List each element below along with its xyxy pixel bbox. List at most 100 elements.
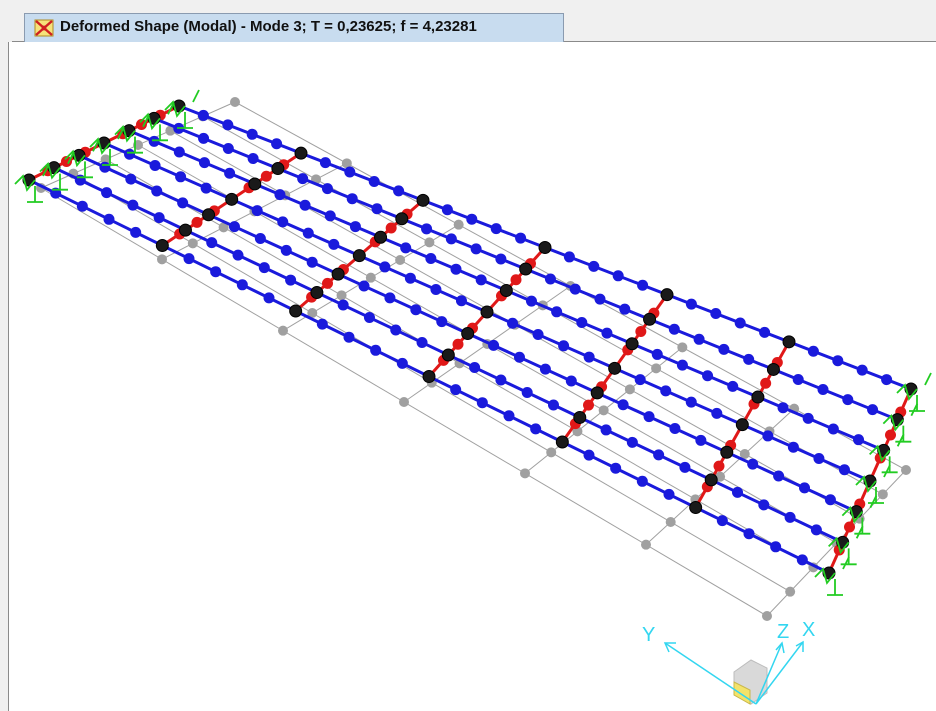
longitudinal-station [319, 157, 331, 169]
longitudinal-station [99, 161, 111, 173]
longitudinal-station [200, 182, 212, 194]
longitudinal-station [316, 318, 328, 330]
longitudinal-station [251, 205, 263, 217]
longitudinal-station [173, 146, 185, 158]
longitudinal-station [466, 213, 478, 225]
longitudinal-station [436, 316, 448, 328]
longitudinal-station [643, 411, 655, 423]
longitudinal-station [734, 317, 746, 329]
longitudinal-station [651, 348, 663, 360]
undeformed-node [641, 539, 651, 550]
longitudinal-station [660, 385, 672, 397]
transverse-station [760, 377, 772, 389]
axis-z-label: Z [777, 621, 789, 643]
transverse-station [583, 399, 594, 411]
longitudinal-station [583, 351, 595, 363]
longitudinal-station [328, 238, 340, 250]
longitudinal-station [324, 210, 336, 222]
joint-node [422, 370, 436, 383]
longitudinal-station [551, 306, 563, 318]
longitudinal-station [600, 424, 612, 436]
longitudinal-station [503, 410, 515, 422]
longitudinal-station [732, 486, 744, 498]
longitudinal-station [379, 261, 391, 273]
longitudinal-station [525, 295, 537, 307]
tab-title: Deformed Shape (Modal) - Mode 3; T = 0,2… [60, 18, 477, 35]
joint-node [310, 286, 324, 300]
longitudinal-station [475, 274, 487, 286]
joint-node [352, 249, 366, 263]
longitudinal-station [495, 253, 507, 265]
longitudinal-station [469, 361, 481, 373]
undeformed-node [624, 384, 635, 395]
longitudinal-station [787, 441, 799, 453]
undeformed-node [424, 237, 435, 248]
longitudinal-station [817, 384, 829, 396]
longitudinal-station [297, 173, 309, 185]
longitudinal-station [669, 423, 681, 435]
longitudinal-station [370, 344, 382, 356]
joint-node [735, 418, 749, 432]
longitudinal-station [653, 449, 665, 461]
deformed-shape-view[interactable]: Y Z X [9, 42, 936, 711]
undeformed-node [336, 290, 347, 301]
longitudinal-station [130, 226, 142, 238]
longitudinal-station [856, 364, 868, 376]
joint-node [248, 177, 262, 191]
longitudinal-station [718, 343, 730, 355]
longitudinal-station [404, 272, 416, 284]
axis-y-label: Y [642, 624, 655, 646]
longitudinal-station [124, 148, 136, 160]
longitudinal-station [569, 283, 581, 295]
longitudinal-station [695, 434, 707, 446]
joint-node [395, 212, 409, 226]
longitudinal-station [175, 171, 187, 183]
longitudinal-station [842, 394, 854, 406]
joint-node [416, 193, 430, 207]
longitudinal-station [619, 303, 631, 315]
longitudinal-station [430, 283, 442, 295]
undeformed-node [598, 405, 609, 416]
joint-node [225, 192, 239, 206]
longitudinal-station [247, 153, 259, 165]
undeformed-node [157, 254, 167, 265]
modal-shape-icon [34, 19, 54, 42]
longitudinal-station [685, 298, 697, 310]
longitudinal-station [515, 232, 527, 244]
longitudinal-station [258, 262, 270, 274]
longitudinal-station [321, 183, 333, 195]
longitudinal-station [421, 223, 433, 235]
longitudinal-station [393, 185, 405, 197]
longitudinal-station [470, 243, 482, 255]
undeformed-node [453, 219, 464, 230]
longitudinal-station [601, 327, 613, 339]
longitudinal-station [784, 511, 796, 523]
longitudinal-station [594, 293, 606, 305]
longitudinal-station [302, 227, 314, 239]
joint-node [178, 223, 192, 237]
longitudinal-station [711, 407, 723, 419]
longitudinal-station [867, 404, 879, 416]
longitudinal-station [476, 397, 488, 409]
joint-node [331, 267, 345, 281]
longitudinal-station [810, 524, 822, 536]
longitudinal-station [576, 316, 588, 328]
longitudinal-station [710, 308, 722, 320]
longitudinal-station [799, 482, 811, 494]
longitudinal-station [747, 458, 759, 470]
longitudinal-station [177, 197, 189, 209]
longitudinal-station [792, 373, 804, 385]
model-viewport[interactable]: Y Z X [8, 42, 936, 711]
longitudinal-station [558, 340, 570, 352]
longitudinal-station [299, 199, 311, 211]
longitudinal-station [762, 430, 774, 442]
joint-node [660, 288, 674, 302]
longitudinal-station [702, 370, 714, 382]
longitudinal-station [838, 464, 850, 476]
longitudinal-station [495, 374, 507, 386]
longitudinal-station [676, 359, 688, 371]
longitudinal-station [743, 528, 755, 540]
longitudinal-station [490, 223, 502, 235]
joint-node [643, 312, 657, 326]
tab-deformed-shape[interactable]: Deformed Shape (Modal) - Mode 3; T = 0,2… [24, 13, 564, 42]
